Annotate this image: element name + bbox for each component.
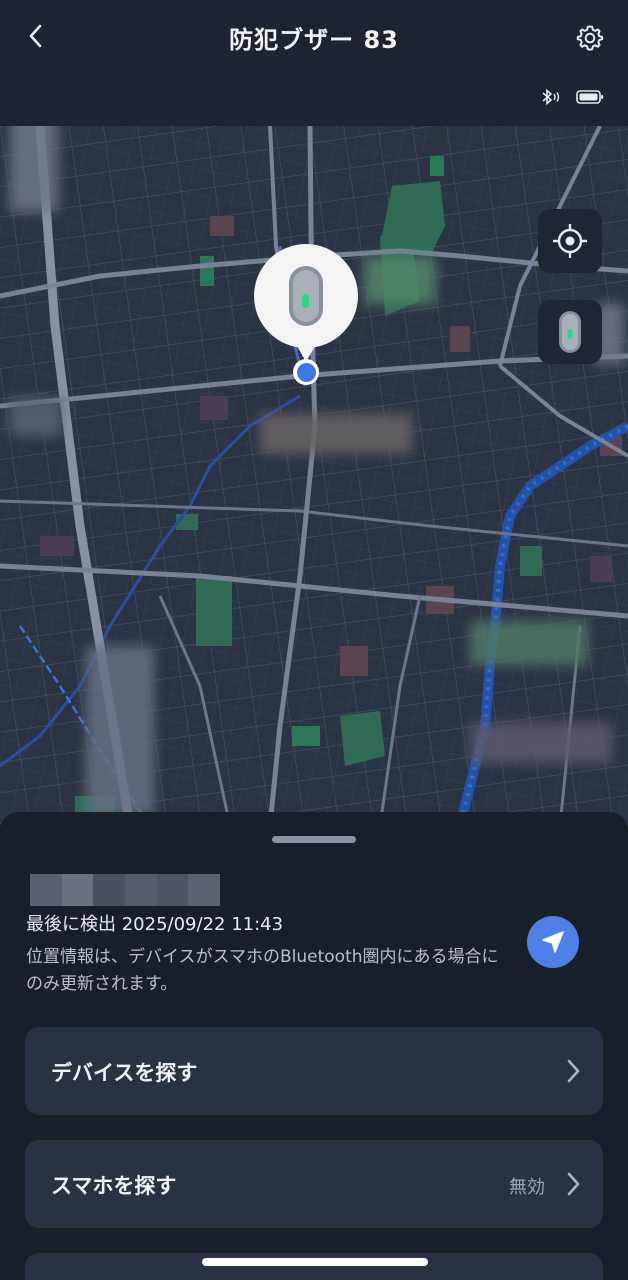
find-device-label: デバイスを探す [51, 1061, 198, 1085]
navigate-button[interactable] [527, 916, 579, 968]
device-info-sheet: 最後に検出 2025/09/22 11:43 位置情報は、デバイスがスマホのBl… [0, 812, 628, 1280]
locate-me-button[interactable] [538, 209, 602, 273]
buzzer-device-icon [559, 311, 581, 353]
gear-icon [576, 25, 604, 51]
battery-icon [576, 90, 604, 104]
find-phone-label: スマホを探す [51, 1174, 177, 1198]
navigation-arrow-icon [542, 931, 564, 953]
page-title: 防犯ブザー 83 [229, 26, 399, 54]
chevron-right-icon [567, 1059, 580, 1083]
chevron-right-icon [567, 1172, 580, 1196]
find-phone-status: 無効 [509, 1177, 545, 1198]
sheet-drag-handle[interactable] [272, 836, 356, 843]
device-location-pin[interactable] [254, 244, 358, 362]
redacted-label [10, 126, 58, 212]
redacted-label [260, 414, 412, 454]
redacted-label [86, 646, 154, 816]
show-device-button[interactable] [538, 300, 602, 364]
redacted-label [470, 723, 612, 763]
crosshair-icon [553, 224, 587, 258]
app-header: 防犯ブザー 83 [0, 0, 628, 126]
last-seen-text: 最後に検出 2025/09/22 11:43 [26, 914, 284, 935]
find-phone-row[interactable]: スマホを探す 無効 [25, 1140, 603, 1228]
home-indicator[interactable] [202, 1258, 428, 1266]
redacted-label [10, 398, 62, 436]
settings-button[interactable] [570, 18, 610, 58]
redacted-label [364, 256, 436, 304]
find-device-row[interactable]: デバイスを探す [25, 1027, 603, 1115]
current-position-dot [293, 359, 319, 385]
device-status-row [540, 88, 604, 106]
location-note: 位置情報は、デバイスがスマホのBluetooth圏内にある場合にのみ更新されます… [26, 947, 499, 994]
back-button[interactable] [18, 18, 54, 54]
chevron-left-icon [29, 24, 42, 48]
map-view[interactable] [0, 126, 628, 826]
redacted-label [470, 621, 588, 665]
bluetooth-icon [542, 88, 560, 106]
redacted-address [30, 874, 221, 906]
